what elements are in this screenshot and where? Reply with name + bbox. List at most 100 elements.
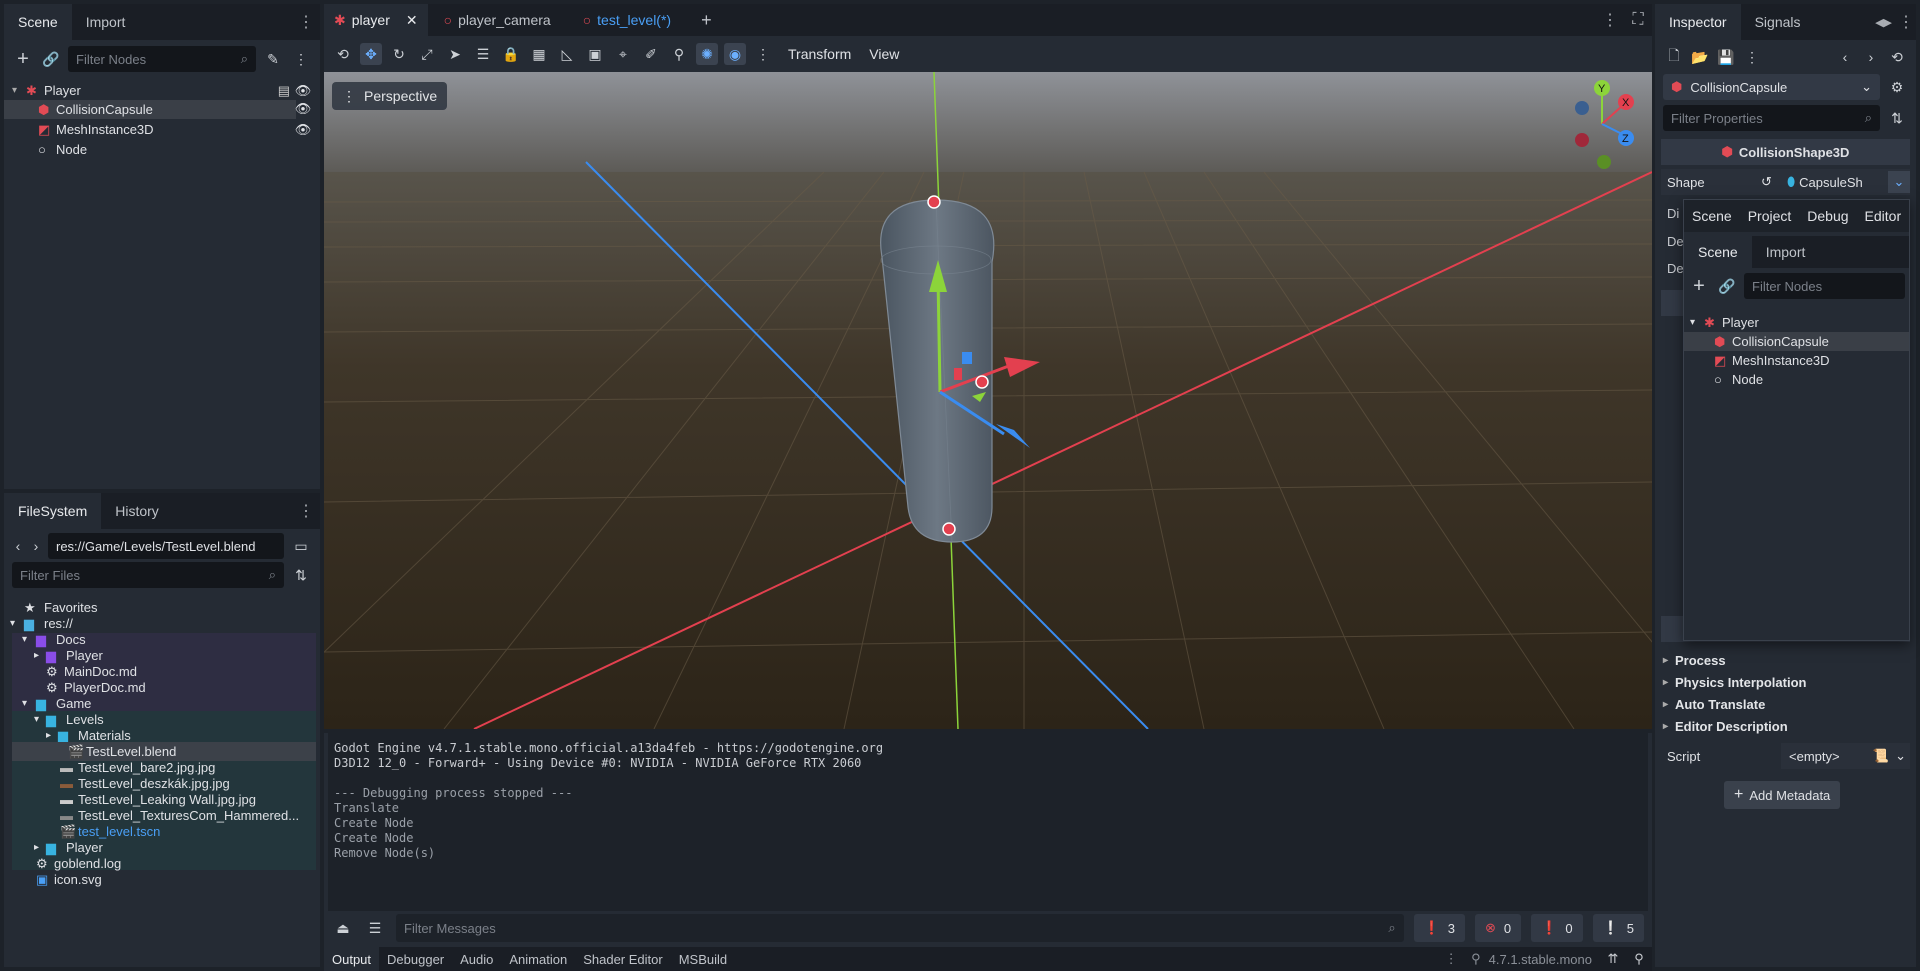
- pin-icon[interactable]: ⚲: [668, 43, 690, 65]
- capsule-bottom-handle[interactable]: [942, 522, 956, 536]
- menu-scene[interactable]: Scene: [1684, 208, 1740, 224]
- popup-tree-node-player[interactable]: ▾ ✱ Player: [1684, 313, 1909, 332]
- tab-filesystem[interactable]: FileSystem: [4, 493, 102, 529]
- section-editor-description[interactable]: ▸ Editor Description: [1655, 715, 1916, 737]
- tab-audio[interactable]: Audio: [452, 947, 501, 971]
- filter-properties-input[interactable]: ⌕: [1663, 105, 1880, 131]
- section-physics-interpolation[interactable]: ▸ Physics Interpolation: [1655, 671, 1916, 693]
- cube-icon[interactable]: ▣: [584, 43, 606, 65]
- log-count-button[interactable]: ❗ 3: [1413, 914, 1466, 942]
- expand-panel-icon[interactable]: ⇈: [1600, 947, 1626, 971]
- object-history-icon[interactable]: ⟲: [1886, 46, 1908, 68]
- tab-scene[interactable]: Scene: [4, 4, 72, 40]
- popup-filter-nodes-input[interactable]: [1744, 273, 1905, 299]
- tab-shader-editor[interactable]: Shader Editor: [575, 947, 671, 971]
- shape-value-button[interactable]: ⬮ CapsuleSh: [1781, 174, 1888, 190]
- bottom-menu-icon[interactable]: ⋮: [1439, 947, 1463, 971]
- filesystem-menu-icon[interactable]: ⋮: [292, 493, 320, 529]
- scale-mode-icon[interactable]: ⤢: [416, 43, 438, 65]
- tree-node-collisioncapsule[interactable]: ⬢ CollisionCapsule: [4, 100, 296, 119]
- lock-icon[interactable]: 🔒: [500, 43, 522, 65]
- popup-tree-node-collisioncapsule[interactable]: ⬢ CollisionCapsule: [1684, 332, 1909, 351]
- close-icon[interactable]: ✕: [406, 12, 418, 29]
- filter-files-field[interactable]: [20, 567, 269, 583]
- visibility-icon[interactable]: 👁: [295, 83, 312, 98]
- tab-test-level[interactable]: ○ test_level(*): [567, 4, 687, 36]
- chevron-down-icon[interactable]: ⌄: [1895, 748, 1910, 764]
- add-tab-icon[interactable]: +: [687, 4, 726, 36]
- move-mode-icon[interactable]: ✥: [360, 43, 382, 65]
- chevron-down-icon[interactable]: ▾: [1690, 317, 1704, 328]
- popup-filter-nodes-field[interactable]: [1752, 278, 1897, 294]
- chevron-right-icon[interactable]: ▸: [34, 650, 46, 661]
- pivot-icon[interactable]: ⌖: [612, 43, 634, 65]
- filter-messages-input[interactable]: ⌕: [396, 914, 1404, 942]
- sun-icon[interactable]: ✺: [696, 43, 718, 65]
- filter-nodes-field[interactable]: [76, 51, 241, 67]
- rotate-mode-icon[interactable]: ↻: [388, 43, 410, 65]
- chevron-down-icon[interactable]: ▾: [34, 714, 46, 725]
- node-selector[interactable]: ⬢ CollisionCapsule ⌄: [1663, 74, 1880, 100]
- warning-count-button[interactable]: ❗ 0: [1531, 914, 1583, 942]
- tab-output[interactable]: Output: [324, 947, 380, 971]
- tabs-menu-icon[interactable]: ⋮: [1596, 4, 1624, 36]
- group-icon[interactable]: ▦: [528, 43, 550, 65]
- environment-icon[interactable]: ◉: [724, 43, 746, 65]
- filter-nodes-input[interactable]: ⌕: [68, 46, 256, 72]
- inspector-menu-icon[interactable]: ⋮: [1896, 4, 1916, 40]
- add-metadata-button[interactable]: + Add Metadata: [1724, 781, 1841, 809]
- viewport-options-icon[interactable]: ⋮: [752, 43, 774, 65]
- error-count-button[interactable]: ⊗ 0: [1475, 914, 1522, 942]
- script-icon[interactable]: ▤: [278, 83, 290, 99]
- tab-inspector[interactable]: Inspector: [1655, 4, 1741, 40]
- select-mode-icon[interactable]: ⟲: [332, 43, 354, 65]
- view-menu[interactable]: View: [865, 46, 903, 62]
- tree-node-meshinstance3d[interactable]: ◩ MeshInstance3D 👁: [4, 120, 320, 139]
- clear-output-icon[interactable]: ⏏: [332, 917, 354, 939]
- paint-icon[interactable]: ✐: [640, 43, 662, 65]
- tree-node-node[interactable]: ○ Node: [4, 140, 320, 159]
- list-select-icon[interactable]: ☰: [472, 43, 494, 65]
- scene-dock-menu-icon[interactable]: ⋮: [292, 4, 320, 40]
- filter-messages-field[interactable]: [404, 920, 1389, 936]
- filter-properties-field[interactable]: [1671, 110, 1865, 126]
- script-value-button[interactable]: <empty> 📜 ⌄: [1781, 743, 1910, 769]
- popup-tab-scene[interactable]: Scene: [1684, 236, 1752, 268]
- section-auto-translate[interactable]: ▸ Auto Translate: [1655, 693, 1916, 715]
- popup-tree-node-node[interactable]: ○ Node: [1684, 370, 1909, 389]
- chevron-right-icon[interactable]: ▸: [46, 730, 58, 741]
- filter-files-input[interactable]: ⌕: [12, 562, 284, 588]
- tab-player[interactable]: ✱ player ✕: [324, 4, 428, 36]
- chevron-down-icon[interactable]: ▾: [22, 634, 36, 645]
- revert-icon[interactable]: ↺: [1761, 174, 1781, 190]
- add-node-icon[interactable]: +: [1688, 275, 1710, 297]
- icon-svg-file[interactable]: ▣ icon.svg: [4, 870, 320, 889]
- viewport-canvas[interactable]: Y X Z: [324, 72, 1652, 729]
- split-view-icon[interactable]: ▭: [290, 535, 312, 557]
- ruler-icon[interactable]: ◺: [556, 43, 578, 65]
- perspective-button[interactable]: ⋮ Perspective: [332, 82, 448, 110]
- tab-debugger[interactable]: Debugger: [379, 947, 452, 971]
- inspector-options-icon[interactable]: ⋮: [1741, 46, 1763, 68]
- transform-menu[interactable]: Transform: [780, 46, 859, 62]
- menu-project[interactable]: Project: [1740, 208, 1800, 224]
- path-field[interactable]: res://Game/Levels/TestLevel.blend: [48, 533, 284, 559]
- chevron-down-icon[interactable]: ▾: [22, 698, 36, 709]
- new-resource-icon[interactable]: 🗋: [1663, 46, 1685, 68]
- pin-panel-icon[interactable]: ⚲: [1626, 947, 1652, 971]
- history-forward-icon[interactable]: ›: [1860, 46, 1882, 68]
- add-node-icon[interactable]: +: [12, 48, 34, 70]
- forward-icon[interactable]: ›: [30, 535, 42, 557]
- distraction-free-icon[interactable]: ⛶: [1624, 4, 1652, 36]
- history-back-icon[interactable]: ‹: [1834, 46, 1856, 68]
- tab-msbuild[interactable]: MSBuild: [671, 947, 735, 971]
- select-cursor-icon[interactable]: ➤: [444, 43, 466, 65]
- node-docs-icon[interactable]: ⚙: [1886, 76, 1908, 98]
- back-icon[interactable]: ‹: [12, 535, 24, 557]
- tab-animation[interactable]: Animation: [501, 947, 575, 971]
- menu-debug[interactable]: Debug: [1799, 208, 1856, 224]
- filter-toggle-icon[interactable]: ☰: [364, 917, 386, 939]
- tree-node-player[interactable]: ▾ ✱ Player ▤ 👁: [4, 81, 320, 100]
- scene-options-icon[interactable]: ⋮: [290, 48, 312, 70]
- popup-tab-import[interactable]: Import: [1752, 236, 1820, 268]
